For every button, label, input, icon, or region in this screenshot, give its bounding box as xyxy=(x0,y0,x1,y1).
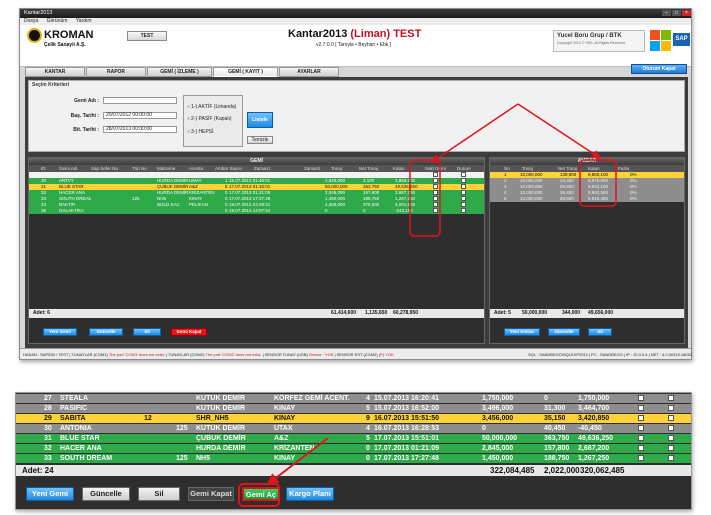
arrow-to-hold-kalan xyxy=(517,103,602,159)
arrow-to-kalan xyxy=(430,103,519,163)
arrow-to-open-ship xyxy=(266,437,329,486)
annotation-overlay xyxy=(238,103,617,507)
kalan-highlight-box xyxy=(409,159,441,237)
open-ship-highlight-box xyxy=(238,483,280,507)
hold-kalan-highlight-box xyxy=(579,159,617,207)
